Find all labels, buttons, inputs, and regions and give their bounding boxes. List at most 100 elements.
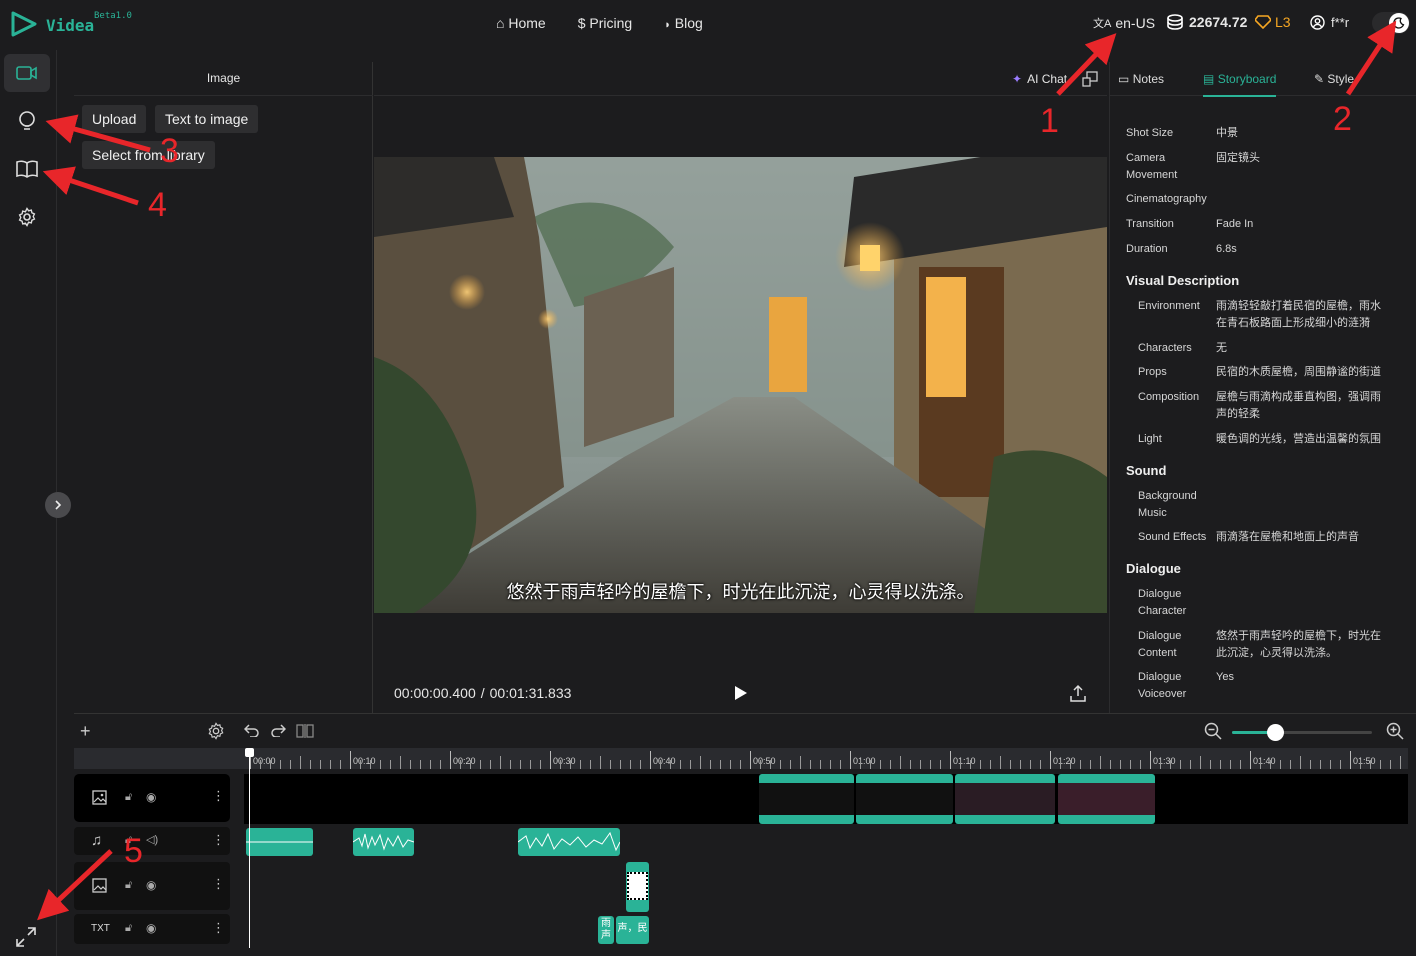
rail-library-button[interactable] xyxy=(4,150,50,188)
tab-style[interactable]: ✎ Style xyxy=(1314,72,1354,86)
zoom-in-button[interactable] xyxy=(1386,722,1404,740)
time-current: 00:00:00.400 xyxy=(394,685,476,701)
expand-panel-button[interactable] xyxy=(45,492,71,518)
theme-toggle[interactable] xyxy=(1372,12,1410,34)
ruler-minor-tick xyxy=(830,760,831,769)
audio-clip[interactable] xyxy=(353,828,414,856)
logo-icon[interactable] xyxy=(10,10,38,38)
lock-icon[interactable]: 🔓︎ xyxy=(125,791,132,804)
ruler-tick-label: 01:00 xyxy=(853,756,876,766)
zoom-slider[interactable] xyxy=(1232,724,1372,741)
export-button[interactable] xyxy=(1070,684,1086,702)
ruler-minor-tick xyxy=(1260,760,1261,769)
ruler-minor-tick xyxy=(820,760,821,769)
brand-name[interactable]: Videa xyxy=(46,16,94,35)
tab-storyboard[interactable]: ▤ Storyboard xyxy=(1203,72,1277,97)
redo-button[interactable] xyxy=(270,723,286,737)
more-vertical-icon[interactable]: ⋮ xyxy=(212,832,225,848)
time-total: 00:01:31.833 xyxy=(489,685,572,701)
speaker-icon[interactable]: ◁) xyxy=(146,833,158,846)
music-note-icon: ♫ xyxy=(91,832,103,849)
play-button[interactable] xyxy=(734,685,748,701)
dialogue-character-label: Dialogue Character xyxy=(1138,588,1187,617)
undo-button[interactable] xyxy=(244,723,260,737)
ruler-minor-tick xyxy=(510,760,511,769)
zoom-out-button[interactable] xyxy=(1204,722,1222,740)
tab-style-label: Style xyxy=(1327,72,1355,86)
ruler-minor-tick xyxy=(1300,756,1301,769)
rail-video-button[interactable] xyxy=(4,54,50,92)
ruler-major-tick xyxy=(850,751,851,769)
video-frame[interactable] xyxy=(374,157,1107,613)
track-head-overlay: 🔓︎ ◉ ⋮ xyxy=(74,862,230,910)
rail-settings-button[interactable] xyxy=(4,198,50,236)
time-separator: / xyxy=(480,685,485,701)
timeline-settings-button[interactable] xyxy=(207,722,225,740)
more-vertical-icon[interactable]: ⋮ xyxy=(212,876,225,892)
ruler-minor-tick xyxy=(310,760,311,769)
ruler-tick-label: 01:40 xyxy=(1253,756,1276,766)
video-clip[interactable] xyxy=(1058,774,1155,824)
playhead[interactable] xyxy=(245,748,254,948)
nav-home[interactable]: ⌂ Home xyxy=(496,15,546,31)
annotation-label-2: 2 xyxy=(1333,100,1352,138)
ruler-tick-label: 01:10 xyxy=(953,756,976,766)
ruler-minor-tick xyxy=(1340,760,1341,769)
ruler-major-tick xyxy=(1250,751,1251,769)
ruler-minor-tick xyxy=(530,760,531,769)
level-badge[interactable]: L3 xyxy=(1255,14,1291,30)
dialogue-content-label: Dialogue Content xyxy=(1138,630,1182,659)
nav-home-label: Home xyxy=(508,15,546,31)
upload-button[interactable]: Upload xyxy=(82,105,147,133)
audio-clip[interactable] xyxy=(246,828,313,856)
split-button[interactable] xyxy=(296,724,314,738)
time-ruler[interactable]: 00:00 00:10 00:20 00:30 00:40 00:50 01:00 01:10… xyxy=(232,748,1408,769)
text-clip[interactable]: 声，民 xyxy=(616,916,649,944)
eye-icon[interactable]: ◉ xyxy=(146,790,156,804)
video-clip[interactable] xyxy=(856,774,953,824)
ruler-minor-tick xyxy=(480,760,481,769)
fullscreen-button[interactable] xyxy=(14,925,38,949)
eye-icon[interactable]: ◉ xyxy=(146,921,156,935)
ruler-minor-tick xyxy=(980,760,981,769)
lock-icon[interactable]: 🔓︎ xyxy=(125,922,132,935)
characters-value: 无 xyxy=(1216,342,1227,354)
ruler-minor-tick xyxy=(870,760,871,769)
ai-chat-button[interactable]: ✦ AI Chat xyxy=(1012,72,1067,86)
credits[interactable]: 22674.72 xyxy=(1166,14,1247,30)
overlay-clip[interactable] xyxy=(626,862,649,912)
ruler-minor-tick xyxy=(470,760,471,769)
audio-clip[interactable] xyxy=(518,828,620,856)
video-clip[interactable] xyxy=(759,774,854,824)
video-lane[interactable] xyxy=(244,774,1408,824)
home-icon: ⌂ xyxy=(496,15,505,31)
ruler-minor-tick xyxy=(990,760,991,769)
audio-lane[interactable] xyxy=(244,827,1408,857)
pip-toggle-button[interactable] xyxy=(1082,71,1098,87)
text-clip[interactable]: 雨声 xyxy=(598,916,614,944)
lock-icon[interactable]: 🔓︎ xyxy=(125,879,132,892)
nav-blog[interactable]: ◗ Blog xyxy=(664,15,703,31)
language-switch[interactable]: 文A en-US xyxy=(1093,15,1155,31)
eye-icon[interactable]: ◉ xyxy=(146,878,156,892)
text-lane[interactable]: 雨声 声，民 xyxy=(244,914,1408,944)
rail-idea-button[interactable] xyxy=(4,102,50,140)
user-menu[interactable]: f**r xyxy=(1310,15,1349,30)
text-to-image-button[interactable]: Text to image xyxy=(155,105,259,133)
overlay-lane[interactable] xyxy=(244,862,1408,912)
ruler-minor-tick xyxy=(630,760,631,769)
ai-chat-label: AI Chat xyxy=(1027,72,1068,86)
nav-pricing[interactable]: $ Pricing xyxy=(578,15,632,31)
ruler-minor-tick xyxy=(920,760,921,769)
more-vertical-icon[interactable]: ⋮ xyxy=(212,788,225,804)
dialogue-title: Dialogue xyxy=(1126,561,1181,576)
camera-value: 固定镜头 xyxy=(1216,152,1260,164)
image-icon xyxy=(92,878,107,893)
sparkle-icon: ✦ xyxy=(1012,72,1023,86)
more-vertical-icon[interactable]: ⋮ xyxy=(212,920,225,936)
select-from-library-button[interactable]: Select from library xyxy=(82,141,215,169)
add-track-button[interactable]: + xyxy=(80,721,91,742)
video-clip[interactable] xyxy=(955,774,1055,824)
ruler-tick-label: 00:40 xyxy=(653,756,676,766)
tab-notes[interactable]: ▭ Notes xyxy=(1118,72,1164,86)
